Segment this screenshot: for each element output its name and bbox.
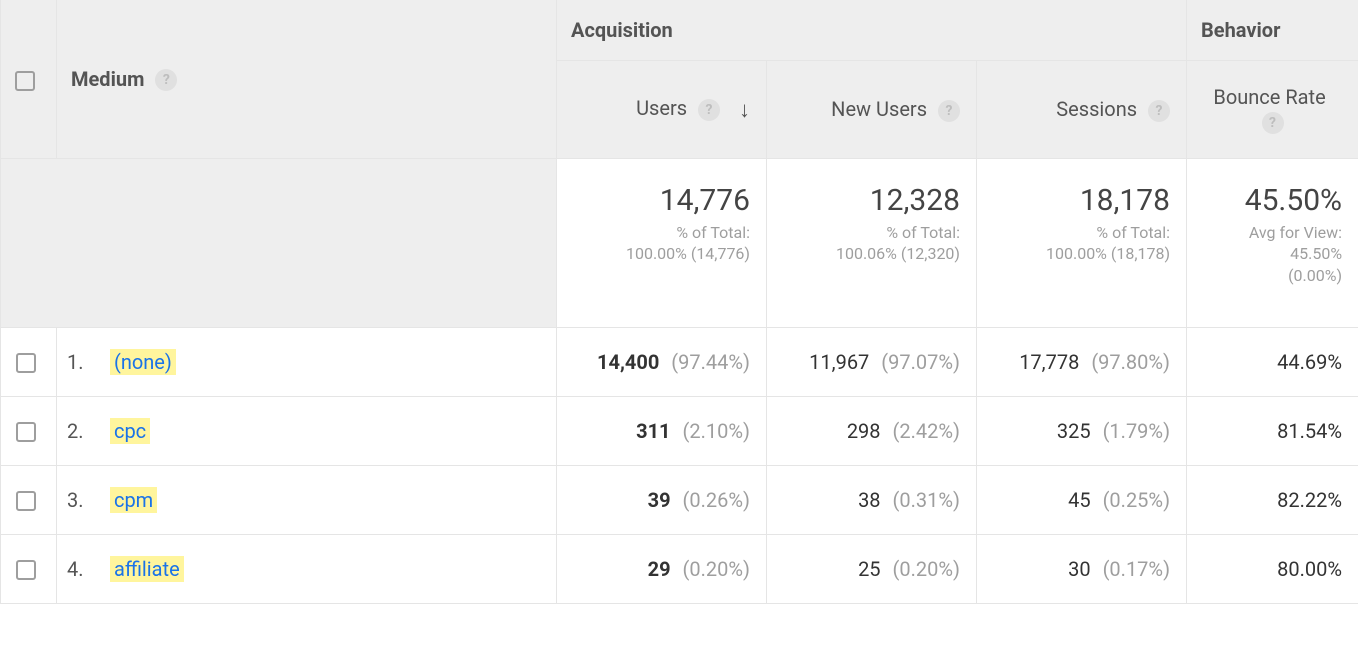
select-all-header[interactable] bbox=[1, 0, 57, 158]
table-row: 2. cpc 311(2.10%) 298(2.42%) 325(1.79%) … bbox=[1, 396, 1358, 465]
help-icon[interactable]: ? bbox=[938, 100, 960, 122]
select-all-checkbox[interactable] bbox=[15, 71, 35, 91]
help-icon[interactable]: ? bbox=[155, 69, 177, 91]
acquisition-group-header: Acquisition bbox=[557, 0, 1187, 61]
medium-link[interactable]: cpm bbox=[110, 487, 157, 513]
sort-arrow-down-icon[interactable]: ↓ bbox=[739, 97, 750, 123]
help-icon[interactable]: ? bbox=[698, 99, 720, 121]
row-checkbox[interactable] bbox=[16, 491, 36, 511]
dimension-label: Medium bbox=[71, 67, 144, 91]
help-icon[interactable]: ? bbox=[1262, 112, 1284, 134]
totals-row: 14,776 % of Total: 100.00% (14,776) 12,3… bbox=[1, 158, 1358, 327]
table-row: 1. (none) 14,400(97.44%) 11,967(97.07%) … bbox=[1, 327, 1358, 396]
medium-cell: 3. cpm bbox=[57, 465, 557, 534]
medium-link[interactable]: affiliate bbox=[110, 556, 184, 582]
bounce-rate-total-cell: 45.50% Avg for View: 45.50% (0.00%) bbox=[1187, 158, 1358, 327]
row-checkbox[interactable] bbox=[16, 422, 36, 442]
analytics-table: Medium ? Acquisition Behavior Users ? ↓ … bbox=[0, 0, 1358, 604]
bounce-rate-column-header[interactable]: Bounce Rate ? bbox=[1187, 61, 1358, 159]
table-row: 4. affiliate 29(0.20%) 25(0.20%) 30(0.17… bbox=[1, 534, 1358, 603]
medium-cell: 1. (none) bbox=[57, 327, 557, 396]
behavior-group-header: Behavior bbox=[1187, 0, 1358, 61]
medium-link[interactable]: (none) bbox=[110, 349, 176, 375]
sessions-total-cell: 18,178 % of Total: 100.00% (18,178) bbox=[977, 158, 1187, 327]
row-checkbox[interactable] bbox=[16, 560, 36, 580]
dimension-header[interactable]: Medium ? bbox=[57, 0, 557, 158]
medium-cell: 2. cpc bbox=[57, 396, 557, 465]
medium-link[interactable]: cpc bbox=[110, 418, 150, 444]
users-column-header[interactable]: Users ? ↓ bbox=[557, 61, 767, 159]
row-checkbox[interactable] bbox=[16, 353, 36, 373]
help-icon[interactable]: ? bbox=[1148, 100, 1170, 122]
users-total-cell: 14,776 % of Total: 100.00% (14,776) bbox=[557, 158, 767, 327]
new-users-total-cell: 12,328 % of Total: 100.06% (12,320) bbox=[767, 158, 977, 327]
medium-cell: 4. affiliate bbox=[57, 534, 557, 603]
new-users-column-header[interactable]: New Users ? bbox=[767, 61, 977, 159]
table-row: 3. cpm 39(0.26%) 38(0.31%) 45(0.25%) 82.… bbox=[1, 465, 1358, 534]
sessions-column-header[interactable]: Sessions ? bbox=[977, 61, 1187, 159]
